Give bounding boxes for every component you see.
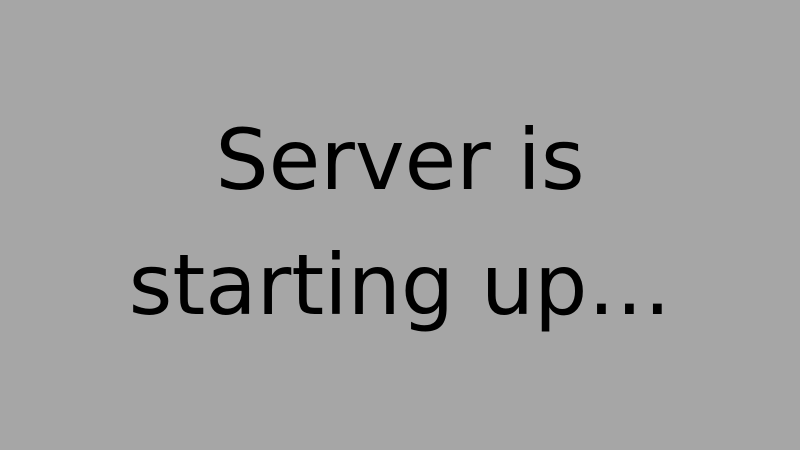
status-message-line-1: Server is xyxy=(215,110,585,209)
status-message-line-2: starting up… xyxy=(128,235,672,334)
startup-screen: Server is starting up… xyxy=(0,0,800,450)
status-message: Server is starting up… xyxy=(0,98,800,348)
